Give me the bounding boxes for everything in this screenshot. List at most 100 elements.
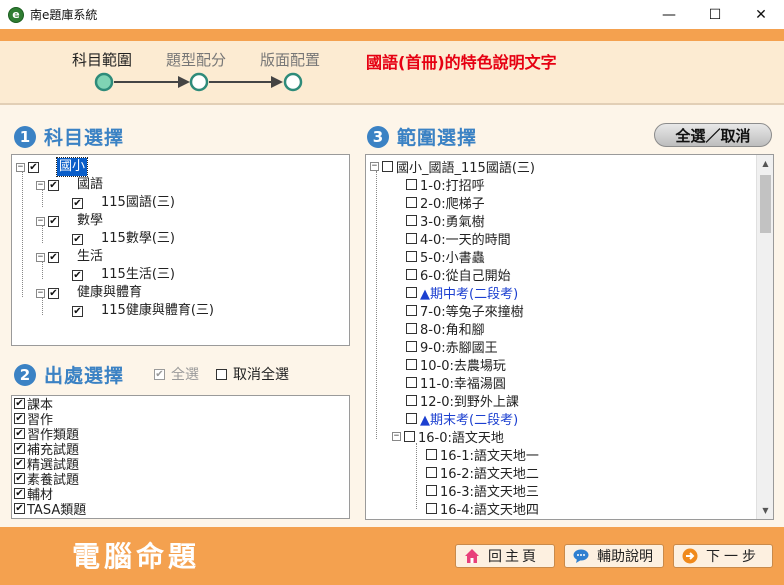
source-select-all-option[interactable]: ✔ 全選 (154, 364, 199, 384)
checkbox-checked-icon[interactable]: ✔ (48, 287, 59, 299)
tree-node-label[interactable]: 健康與體育 (77, 284, 142, 302)
scope-exam-item[interactable]: ▲期中考(二段考) (406, 283, 518, 302)
checkbox-unchecked-icon[interactable] (406, 340, 417, 352)
checkbox-unchecked-icon[interactable] (216, 368, 227, 380)
checkbox-unchecked-icon[interactable] (406, 196, 417, 208)
collapse-icon[interactable]: − (16, 162, 25, 172)
scope-lesson-item[interactable]: 11-0:幸福湯圓 (406, 373, 506, 392)
tree-node-label[interactable]: 115數學(三) (101, 230, 175, 248)
close-button[interactable]: ✕ (738, 0, 784, 29)
collapse-icon[interactable]: − (370, 161, 379, 171)
tree-node-label[interactable]: 數學 (77, 212, 103, 230)
tree-node-health-pe[interactable]: − ✔ 健康與體育 (36, 284, 142, 302)
tree-node-chinese[interactable]: − ✔ 國語 (36, 176, 103, 194)
scope-lesson-item[interactable]: 3-0:勇氣樹 (406, 211, 485, 230)
source-list-panel[interactable]: ✔ 課本 ✔ 習作 ✔ 習作類題 ✔ 補充試題 ✔ 精選試題 ✔ 素養試題 ✔ 輔材 ✔ TAS… (11, 395, 350, 519)
checkbox-unchecked-icon[interactable] (426, 448, 437, 460)
tree-node-chinese-book[interactable]: ✔ 115國語(三) (72, 194, 175, 212)
checkbox-checked-icon[interactable]: ✔ (72, 269, 83, 281)
scope-lesson-item[interactable]: 12-0:到野外上課 (406, 391, 519, 410)
scope-toggle-all-button[interactable]: 全選／取消 (654, 123, 772, 147)
tree-node-label[interactable]: 115健康與體育(三) (101, 302, 214, 320)
scope-scrollbar[interactable]: ▲ ▼ (756, 155, 773, 519)
collapse-icon[interactable]: − (36, 252, 45, 262)
scope-sub-item[interactable]: 16-2:語文天地二 (426, 463, 539, 482)
checkbox-checked-icon[interactable]: ✔ (48, 251, 59, 263)
scope-lesson-item[interactable]: 2-0:爬梯子 (406, 193, 485, 212)
scope-root-node[interactable]: − 國小_國語_115國語(三) (370, 157, 535, 176)
scope-lesson-item[interactable]: 10-0:去農場玩 (406, 355, 506, 374)
scope-lesson-item[interactable]: 6-0:從自己開始 (406, 265, 511, 284)
checkbox-unchecked-icon[interactable] (426, 502, 437, 514)
checkbox-unchecked-icon[interactable] (406, 412, 417, 424)
checkbox-checked-icon[interactable]: ✔ (28, 161, 39, 173)
checkbox-unchecked-icon[interactable] (406, 358, 417, 370)
checkbox-unchecked-icon[interactable] (404, 430, 415, 442)
tree-node-label[interactable]: 生活 (77, 248, 103, 266)
checkbox-checked-icon[interactable]: ✔ (14, 443, 25, 454)
collapse-icon[interactable]: − (36, 216, 45, 226)
checkbox-unchecked-icon[interactable] (406, 232, 417, 244)
tree-node-label[interactable]: 115國語(三) (101, 194, 175, 212)
checkbox-checked-icon[interactable]: ✔ (48, 215, 59, 227)
checkbox-unchecked-icon[interactable] (406, 286, 417, 298)
collapse-icon[interactable]: − (392, 431, 401, 441)
checkbox-unchecked-icon[interactable] (406, 178, 417, 190)
scope-sub-item[interactable]: 16-4:語文天地四 (426, 499, 539, 518)
scope-sub-item[interactable]: 16-1:語文天地一 (426, 445, 539, 464)
step-question-types[interactable]: 題型配分 (166, 49, 226, 70)
scope-sub-item[interactable]: 16-3:語文天地三 (426, 481, 539, 500)
step-subject-range[interactable]: 科目範圍 (72, 49, 132, 70)
scope-group-node[interactable]: − 16-0:語文天地 (392, 427, 504, 446)
checkbox-checked-icon[interactable]: ✔ (14, 473, 25, 484)
checkbox-unchecked-icon[interactable] (406, 250, 417, 262)
checkbox-checked-icon[interactable]: ✔ (48, 179, 59, 191)
step-layout[interactable]: 版面配置 (260, 49, 320, 70)
tree-node-health-pe-book[interactable]: ✔ 115健康與體育(三) (72, 302, 214, 320)
checkbox-checked-icon[interactable]: ✔ (72, 197, 83, 209)
checkbox-checked-icon[interactable]: ✔ (14, 428, 25, 439)
checkbox-checked-icon[interactable]: ✔ (14, 503, 25, 514)
checkbox-unchecked-icon[interactable] (406, 214, 417, 226)
collapse-icon[interactable]: − (36, 288, 45, 298)
checkbox-unchecked-icon[interactable] (426, 466, 437, 478)
checkbox-checked-icon[interactable]: ✔ (14, 413, 25, 424)
scroll-down-icon[interactable]: ▼ (757, 502, 773, 519)
scope-tree-panel[interactable]: − 國小_國語_115國語(三) 1-0:打招呼 2-0:爬梯子 3-0:勇氣樹… (365, 154, 774, 520)
checkbox-checked-icon[interactable]: ✔ (14, 398, 25, 409)
scope-lesson-item[interactable]: 1-0:打招呼 (406, 175, 485, 194)
scrollbar-thumb[interactable] (760, 175, 771, 233)
scope-lesson-item[interactable]: 8-0:角和腳 (406, 319, 485, 338)
help-button[interactable]: 輔助說明 (564, 544, 664, 568)
subject-tree-panel[interactable]: − ✔ 國小 − ✔ 國語 ✔ 115國語(三) − ✔ 數學 ✔ 115數學(… (11, 154, 350, 346)
scope-lesson-item[interactable]: 4-0:一天的時間 (406, 229, 511, 248)
scope-exam-item[interactable]: ▲期末考(二段考) (406, 409, 518, 428)
next-step-button[interactable]: 下一步 (673, 544, 773, 568)
checkbox-unchecked-icon[interactable] (426, 484, 437, 496)
checkbox-unchecked-icon[interactable] (382, 160, 393, 172)
tree-node-life-book[interactable]: ✔ 115生活(三) (72, 266, 175, 284)
maximize-button[interactable]: ☐ (692, 0, 738, 29)
scroll-up-icon[interactable]: ▲ (757, 155, 773, 172)
scope-lesson-item[interactable]: 9-0:赤腳國王 (406, 337, 498, 356)
tree-node-math-book[interactable]: ✔ 115數學(三) (72, 230, 175, 248)
checkbox-checked-disabled-icon[interactable]: ✔ (154, 368, 165, 380)
checkbox-unchecked-icon[interactable] (406, 322, 417, 334)
checkbox-unchecked-icon[interactable] (406, 304, 417, 316)
checkbox-checked-icon[interactable]: ✔ (72, 233, 83, 245)
tree-node-life[interactable]: − ✔ 生活 (36, 248, 103, 266)
checkbox-unchecked-icon[interactable] (406, 268, 417, 280)
tree-node-label[interactable]: 115生活(三) (101, 266, 175, 284)
tree-node-math[interactable]: − ✔ 數學 (36, 212, 103, 230)
collapse-icon[interactable]: − (36, 180, 45, 190)
checkbox-unchecked-icon[interactable] (406, 376, 417, 388)
checkbox-checked-icon[interactable]: ✔ (14, 458, 25, 469)
checkbox-checked-icon[interactable]: ✔ (72, 305, 83, 317)
checkbox-unchecked-icon[interactable] (406, 394, 417, 406)
tree-node-root[interactable]: − ✔ 國小 (16, 157, 89, 177)
checkbox-checked-icon[interactable]: ✔ (14, 488, 25, 499)
source-item[interactable]: ✔ TASA類題 (14, 501, 86, 518)
scope-lesson-item[interactable]: 5-0:小書蟲 (406, 247, 485, 266)
minimize-button[interactable]: — (646, 0, 692, 29)
scope-lesson-item[interactable]: 7-0:等兔子來撞樹 (406, 301, 524, 320)
